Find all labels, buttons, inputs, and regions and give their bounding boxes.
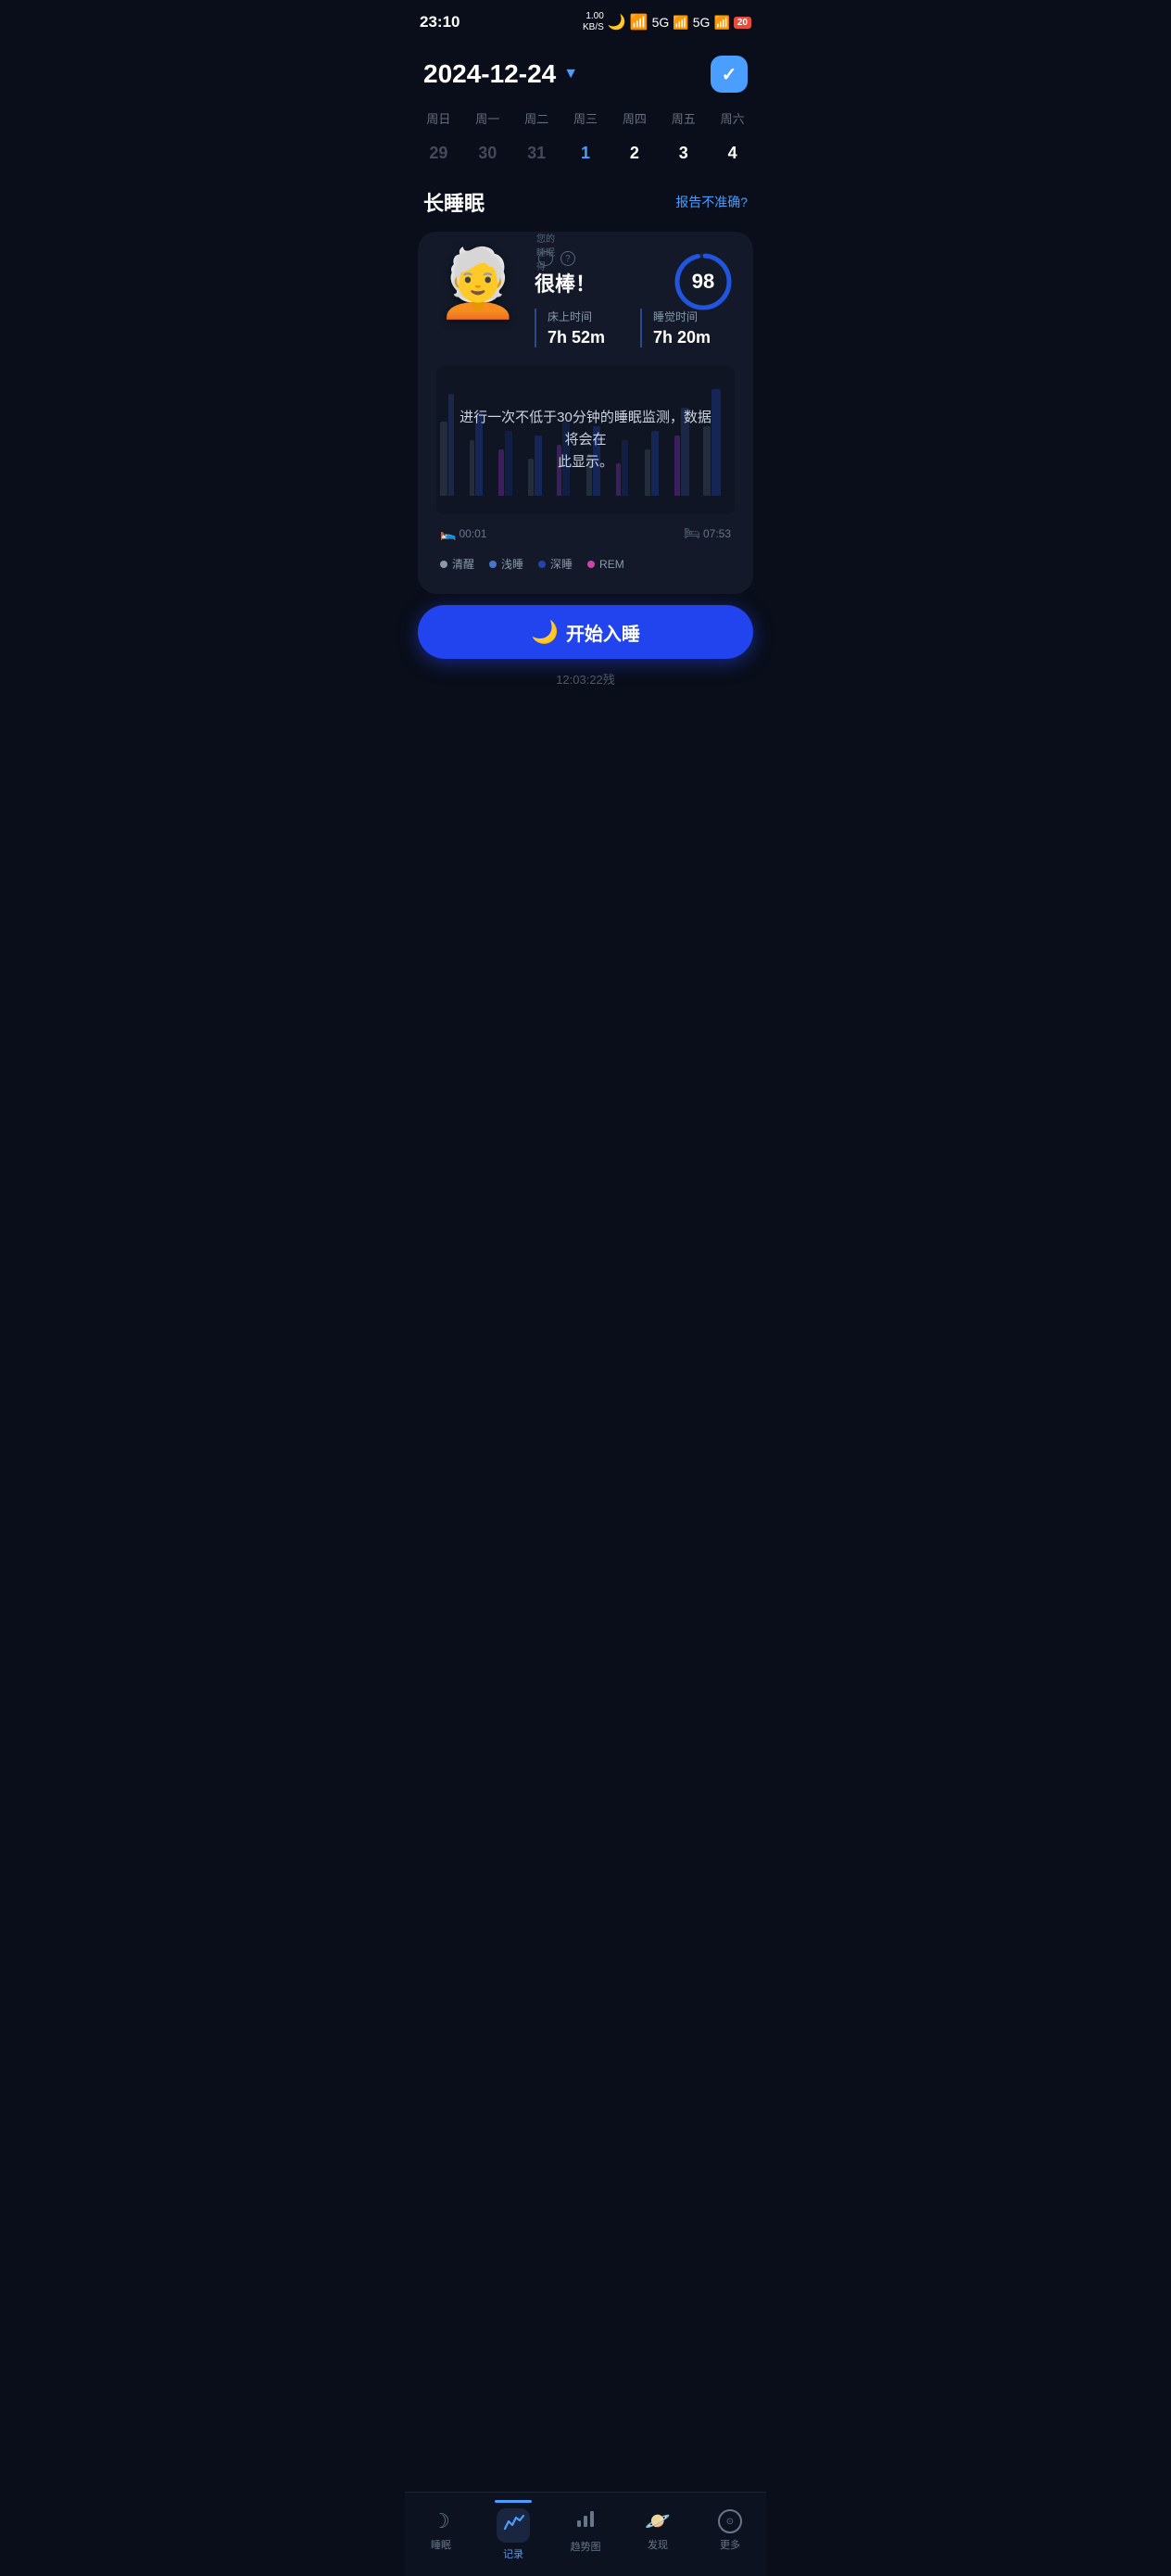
tab-bar: ☽ 睡眠 记录 趋势图 🪐 发现 ⊙ 更多 xyxy=(405,2492,766,2576)
date-selector[interactable]: 2024-12-24 ▼ xyxy=(423,59,578,89)
tab-discover[interactable]: 🪐 发现 xyxy=(630,2509,686,2552)
start-time-label: 🛌 00:01 xyxy=(440,525,486,541)
bed-time-value: 7h 52m xyxy=(548,328,629,347)
tab-trend[interactable]: 趋势图 xyxy=(558,2507,613,2554)
moon-icon: 🌙 xyxy=(608,13,626,32)
date-29[interactable]: 29 xyxy=(414,138,463,169)
wifi-icon: 📶 xyxy=(630,13,648,32)
date-display: 2024-12-24 xyxy=(423,59,556,89)
bed-time-label: 床上时间 xyxy=(548,309,629,324)
day-thu: 周四 xyxy=(610,106,659,131)
tab-record[interactable]: 记录 xyxy=(485,2500,541,2561)
cloud-sync-button[interactable]: ✓ xyxy=(711,56,748,93)
date-3[interactable]: 3 xyxy=(659,138,708,169)
tab-sleep[interactable]: ☽ 睡眠 xyxy=(413,2509,469,2552)
day-fri: 周五 xyxy=(659,106,708,131)
legend-awake-label: 清醒 xyxy=(452,556,474,572)
avatar-wrap: 🧑‍🦳 xyxy=(436,250,520,334)
day-mon: 周一 xyxy=(463,106,512,131)
sleep-legend: 清醒 浅睡 深睡 REM xyxy=(436,549,735,575)
legend-deep-label: 深睡 xyxy=(550,556,573,572)
battery-level: 20 xyxy=(734,17,751,29)
tab-sleep-label: 睡眠 xyxy=(431,2537,451,2552)
active-indicator xyxy=(495,2500,532,2503)
question-icon[interactable]: ? xyxy=(560,251,575,266)
tab-trend-label: 趋势图 xyxy=(571,2539,601,2554)
score-circle: 98 xyxy=(672,250,735,313)
day-tue: 周二 xyxy=(512,106,561,131)
bottom-time-text: 12:03:22残 xyxy=(556,673,615,687)
more-tab-icon: ⊙ xyxy=(718,2509,742,2533)
avatar: 🧑‍🦳 xyxy=(436,246,520,321)
dropdown-arrow-icon[interactable]: ▼ xyxy=(563,66,578,82)
start-sleep-button[interactable]: 🌙 开始入睡 xyxy=(418,605,753,659)
signal-bars-icon: 📶 xyxy=(673,15,688,31)
section-title: 长睡眠 xyxy=(423,187,485,217)
checkmark-icon: ✓ xyxy=(722,63,737,86)
sleep-card: 🧑‍🦳 您的睡眠得分： ? 很棒！ 床上时间 7h 52m 睡觉时间 7h 20… xyxy=(418,232,753,594)
trend-tab-icon xyxy=(574,2507,597,2535)
awake-dot xyxy=(440,561,447,568)
bed-time-stat: 床上时间 7h 52m xyxy=(535,309,629,347)
section-header: 长睡眠 报告不准确? xyxy=(405,176,766,224)
status-bar: 23:10 1.00KB/S 🌙 📶 5G 📶 5G 📶 20 xyxy=(405,0,766,41)
day-sun: 周日 xyxy=(414,106,463,131)
tab-more[interactable]: ⊙ 更多 xyxy=(702,2509,758,2552)
chart-overlay: 进行一次不低于30分钟的睡眠监测，数据将会在此显示。 xyxy=(436,366,735,514)
bottom-info: 12:03:22残 xyxy=(405,666,766,691)
start-sleep-label: 开始入睡 xyxy=(566,619,640,646)
date-1[interactable]: 1 xyxy=(561,138,611,169)
day-wed: 周三 xyxy=(561,106,611,131)
header: 2024-12-24 ▼ ✓ xyxy=(405,41,766,102)
bed-end-icon: 🛏 xyxy=(684,525,700,541)
date-2[interactable]: 2 xyxy=(610,138,659,169)
discover-tab-icon: 🪐 xyxy=(645,2509,670,2533)
deep-dot xyxy=(538,561,546,568)
signal-icon: 5G xyxy=(652,15,670,30)
calendar-week: 周日 周一 周二 周三 周四 周五 周六 29 30 31 1 2 3 4 xyxy=(405,102,766,176)
moon-emoji-icon: 🌙 xyxy=(531,619,559,646)
score-circle-wrap: 98 xyxy=(672,250,735,313)
report-inaccurate-link[interactable]: 报告不准确? xyxy=(675,193,748,211)
chart-area: 进行一次不低于30分钟的睡眠监测，数据将会在此显示。 xyxy=(436,366,735,514)
tab-record-label: 记录 xyxy=(503,2546,523,2561)
signal-bars2-icon: 📶 xyxy=(713,15,729,31)
week-day-labels: 周日 周一 周二 周三 周四 周五 周六 xyxy=(414,106,757,131)
network-speed: 1.00KB/S xyxy=(583,11,604,33)
legend-awake: 清醒 xyxy=(440,556,474,572)
sleep-time-value: 7h 20m xyxy=(653,328,735,347)
chart-overlay-text: 进行一次不低于30分钟的睡眠监测，数据将会在此显示。 xyxy=(436,407,735,474)
end-time-label: 🛏 07:53 xyxy=(684,525,731,541)
score-number: 98 xyxy=(692,270,714,294)
time-labels: 🛌 00:01 🛏 07:53 xyxy=(436,522,735,549)
signal2-icon: 5G xyxy=(693,15,711,30)
time-stats: 床上时间 7h 52m 睡觉时间 7h 20m xyxy=(535,309,735,347)
date-30[interactable]: 30 xyxy=(463,138,512,169)
record-tab-icon xyxy=(497,2508,530,2543)
rem-dot xyxy=(587,561,595,568)
date-4[interactable]: 4 xyxy=(708,138,757,169)
legend-deep: 深睡 xyxy=(538,556,573,572)
sleep-time-stat: 睡觉时间 7h 20m xyxy=(640,309,735,347)
legend-rem-label: REM xyxy=(599,558,624,571)
light-dot xyxy=(489,561,497,568)
week-dates[interactable]: 29 30 31 1 2 3 4 xyxy=(414,138,757,169)
sleep-tab-icon: ☽ xyxy=(432,2509,450,2533)
bed-start-icon: 🛌 xyxy=(440,525,456,541)
legend-light: 浅睡 xyxy=(489,556,523,572)
tab-more-label: 更多 xyxy=(720,2537,740,2552)
day-sat: 周六 xyxy=(708,106,757,131)
legend-light-label: 浅睡 xyxy=(501,556,523,572)
date-31[interactable]: 31 xyxy=(512,138,561,169)
legend-rem: REM xyxy=(587,556,624,572)
status-icons: 1.00KB/S 🌙 📶 5G 📶 5G 📶 20 xyxy=(583,11,751,33)
tab-discover-label: 发现 xyxy=(648,2537,668,2552)
status-time: 23:10 xyxy=(420,13,460,32)
